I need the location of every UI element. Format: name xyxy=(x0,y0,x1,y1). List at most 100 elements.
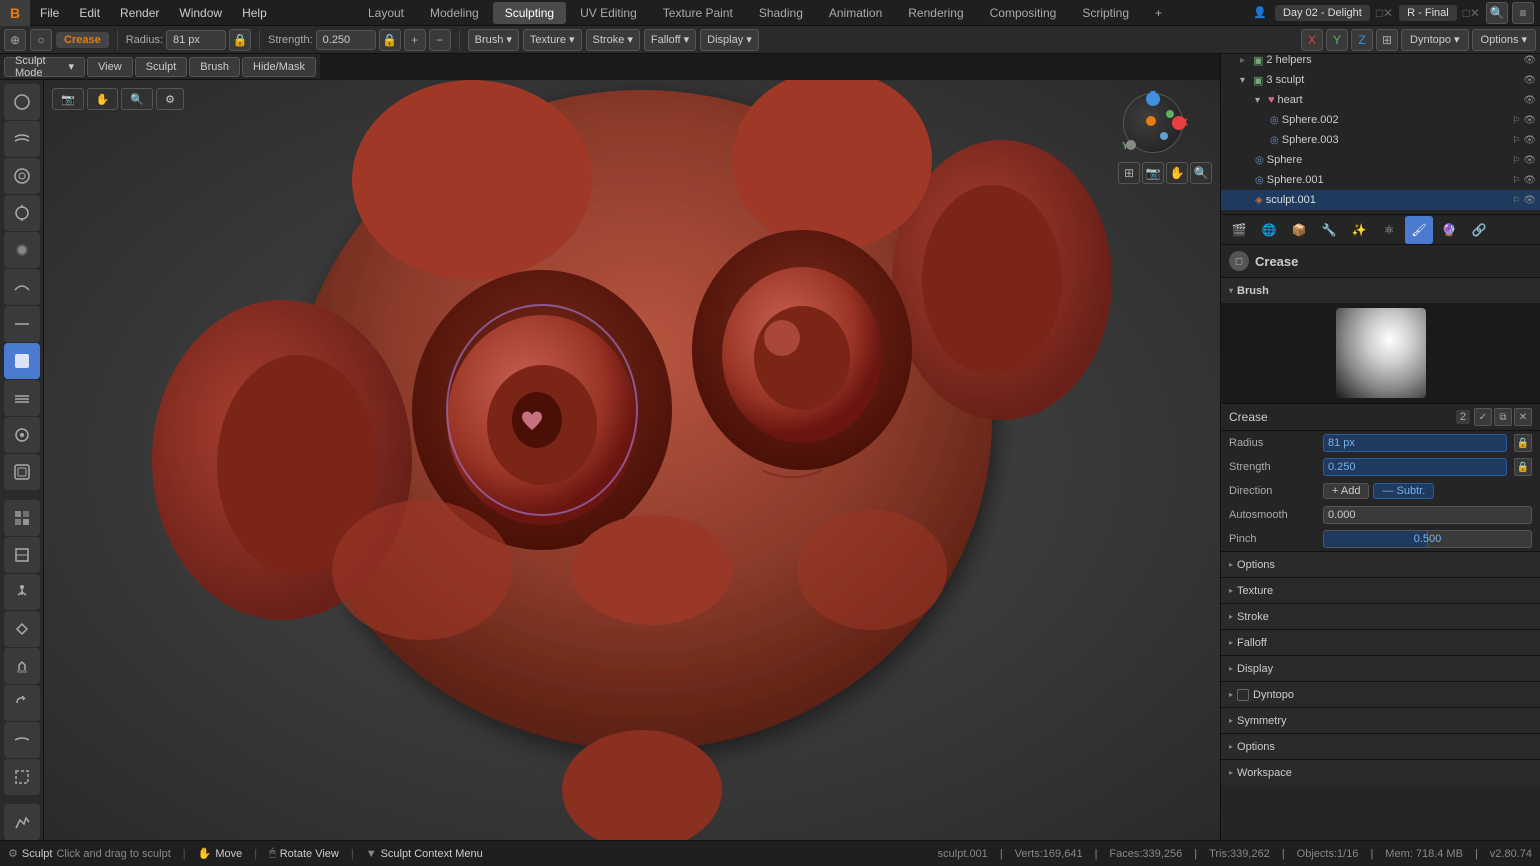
sculpt-mode-btn[interactable]: Sculpt Mode▾ xyxy=(4,57,85,77)
props-scene-icon[interactable]: 🎬 xyxy=(1225,216,1253,244)
annotate-btn[interactable] xyxy=(4,804,40,840)
tab-animation[interactable]: Animation xyxy=(817,2,894,24)
direction-add-btn[interactable]: + Add xyxy=(1323,483,1369,499)
strength-add[interactable]: + xyxy=(404,29,426,51)
crease-copy-btn[interactable]: ⧉ xyxy=(1494,408,1512,426)
xyz-toggle-y[interactable]: Y xyxy=(1326,29,1348,51)
filter-button[interactable]: ≡ xyxy=(1512,2,1534,24)
crease-check-btn[interactable]: ✓ xyxy=(1474,408,1492,426)
hide-mask-btn[interactable]: Hide/Mask xyxy=(242,57,316,77)
navigation-gizmo[interactable]: Z X Y xyxy=(1118,88,1188,158)
props-world-icon[interactable]: 🌐 xyxy=(1255,216,1283,244)
thumb-btn[interactable] xyxy=(4,648,40,684)
menu-render[interactable]: Render xyxy=(110,0,169,25)
strength-lock-btn[interactable]: 🔒 xyxy=(1514,458,1532,476)
stroke-dropdown[interactable]: Stroke▾ xyxy=(586,29,640,51)
draw-brush-btn[interactable] xyxy=(4,84,40,120)
gizmo-y-neg-dot[interactable] xyxy=(1126,140,1136,150)
props-modifier-icon[interactable]: 🔧 xyxy=(1315,216,1343,244)
falloff-section[interactable]: ▸ Falloff xyxy=(1221,629,1540,655)
props-physics-icon[interactable]: ⚛ xyxy=(1375,216,1403,244)
brush-name-label[interactable]: Crease xyxy=(56,32,109,48)
falloff-dropdown[interactable]: Falloff▾ xyxy=(644,29,696,51)
rotate-btn[interactable] xyxy=(4,685,40,721)
layer-brush-btn[interactable] xyxy=(4,269,40,305)
inflate-brush-btn[interactable] xyxy=(4,195,40,231)
nudge-btn[interactable] xyxy=(4,611,40,647)
search-button[interactable]: 🔍 xyxy=(1486,2,1508,24)
tree-item-sphere002[interactable]: ◎ Sphere.002 ⚐ 👁 xyxy=(1221,110,1540,130)
smooth-brush-btn[interactable] xyxy=(4,121,40,157)
mask-brush-btn[interactable] xyxy=(4,454,40,490)
strength-lock[interactable]: 🔒 xyxy=(379,29,401,51)
viewport-zoom-btn[interactable]: 🔍 xyxy=(1190,162,1212,184)
viewport-search-btn[interactable]: 🔍 xyxy=(121,88,153,110)
render-name[interactable]: R - Final xyxy=(1399,5,1457,21)
grab-brush-btn[interactable] xyxy=(4,232,40,268)
viewport-move-btn[interactable]: ✋ xyxy=(1166,162,1188,184)
brush-section-header[interactable]: ▾ Brush xyxy=(1221,277,1540,303)
tab-shading[interactable]: Shading xyxy=(747,2,815,24)
props-material-icon[interactable]: 🔮 xyxy=(1435,216,1463,244)
radius-prop-value[interactable]: 81 px xyxy=(1323,434,1507,452)
tab-rendering[interactable]: Rendering xyxy=(896,2,975,24)
menu-help[interactable]: Help xyxy=(232,0,277,25)
menu-window[interactable]: Window xyxy=(169,0,232,25)
scrape-brush-btn[interactable] xyxy=(4,380,40,416)
tree-item-sculpt[interactable]: ▾ ▣ 3 sculpt 👁 xyxy=(1221,70,1540,90)
view-btn[interactable]: View xyxy=(87,57,133,77)
toolbar-icon1[interactable]: ⊕ xyxy=(4,29,26,51)
viewport-hand-btn[interactable]: ✋ xyxy=(87,88,119,110)
options2-section[interactable]: ▸ Options xyxy=(1221,733,1540,759)
xyz-toggle-z[interactable]: Z xyxy=(1351,29,1373,51)
symmetry-section[interactable]: ▸ Symmetry xyxy=(1221,707,1540,733)
stroke-section[interactable]: ▸ Stroke xyxy=(1221,603,1540,629)
strength-input[interactable]: 0.250 xyxy=(316,30,376,50)
dyntopo-section[interactable]: ▸ Dyntopo xyxy=(1221,681,1540,707)
props-particles-icon[interactable]: ✨ xyxy=(1345,216,1373,244)
tab-compositing[interactable]: Compositing xyxy=(978,2,1069,24)
workspace-section[interactable]: ▸ Workspace xyxy=(1221,759,1540,785)
dyntopo-checkbox[interactable] xyxy=(1237,689,1249,701)
viewport-camera2-btn[interactable]: ⚙ xyxy=(156,88,184,110)
pose-brush-btn[interactable] xyxy=(4,574,40,610)
direction-subtract-btn[interactable]: — Subtr. xyxy=(1373,483,1434,499)
crease-brush-btn[interactable] xyxy=(4,343,40,379)
tab-layout[interactable]: Layout xyxy=(356,2,416,24)
boundary-btn[interactable] xyxy=(4,759,40,795)
dyntopo-dropdown[interactable]: Dyntopo▾ xyxy=(1401,29,1469,51)
tree-item-sphere003[interactable]: ◎ Sphere.003 ⚐ 👁 xyxy=(1221,130,1540,150)
brush-dropdown[interactable]: Brush▾ xyxy=(468,29,519,51)
gizmo-x-dot[interactable] xyxy=(1172,116,1186,130)
tab-scripting[interactable]: Scripting xyxy=(1070,2,1141,24)
viewport-grid-btn[interactable]: ⊞ xyxy=(1118,162,1140,184)
menu-file[interactable]: File xyxy=(30,0,69,25)
props-constraint-icon[interactable]: 🔗 xyxy=(1465,216,1493,244)
slide-relax-btn[interactable] xyxy=(4,722,40,758)
xyz-toggle-x[interactable]: X xyxy=(1301,29,1323,51)
sculpt-btn[interactable]: Sculpt xyxy=(135,57,188,77)
3d-viewport[interactable]: 📷 ✋ 🔍 ⚙ Z X Y xyxy=(44,80,1220,840)
gizmo-z-dot[interactable] xyxy=(1146,92,1160,106)
display-section[interactable]: ▸ Display xyxy=(1221,655,1540,681)
tab-sculpting[interactable]: Sculpting xyxy=(493,2,566,24)
fill-brush-btn[interactable] xyxy=(4,417,40,453)
strength-prop-value[interactable]: 0.250 xyxy=(1323,458,1507,476)
tab-modeling[interactable]: Modeling xyxy=(418,2,491,24)
strength-sub[interactable]: − xyxy=(429,29,451,51)
texture-section[interactable]: ▸ Texture xyxy=(1221,577,1540,603)
tab-texture-paint[interactable]: Texture Paint xyxy=(651,2,745,24)
props-data-icon[interactable]: 🖌 xyxy=(1405,216,1433,244)
flatten-brush-btn[interactable] xyxy=(4,306,40,342)
crease-close-btn[interactable]: ✕ xyxy=(1514,408,1532,426)
viewport-camera-btn[interactable]: 📷 xyxy=(52,88,84,110)
texture-dropdown[interactable]: Texture▾ xyxy=(523,29,582,51)
radius-lock[interactable]: 🔒 xyxy=(229,29,251,51)
pinch-brush-btn[interactable] xyxy=(4,158,40,194)
autosmooth-value[interactable]: 0.000 xyxy=(1323,506,1532,524)
pinch-slider[interactable]: 0.500 xyxy=(1323,530,1532,548)
radius-lock-btn[interactable]: 🔒 xyxy=(1514,434,1532,452)
draw-face-sets-btn[interactable] xyxy=(4,500,40,536)
tree-item-sculpt001[interactable]: ◈ sculpt.001 ⚐ 👁 xyxy=(1221,190,1540,210)
toolbar-icon2[interactable]: ○ xyxy=(30,29,52,51)
